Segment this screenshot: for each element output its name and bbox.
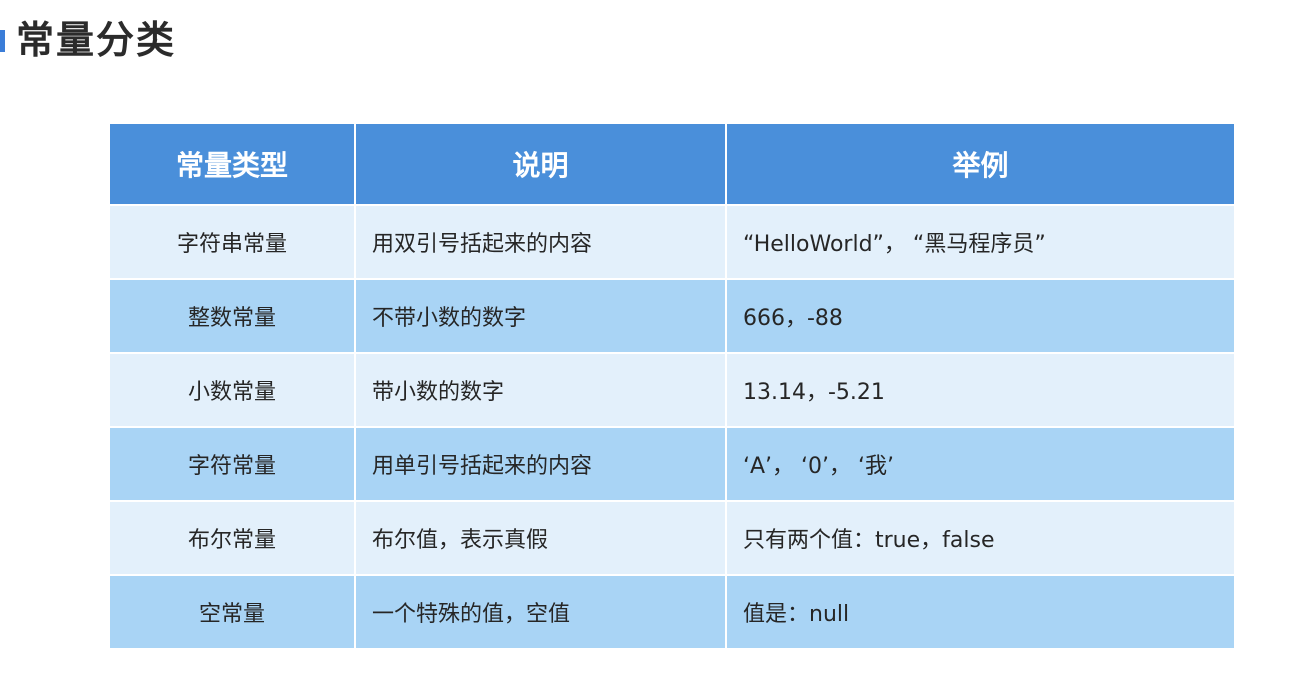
- header-example: 举例: [725, 122, 1236, 206]
- cell-example: 666，-88: [725, 278, 1236, 354]
- cell-type: 字符常量: [108, 426, 356, 502]
- cell-desc: 不带小数的数字: [354, 278, 727, 354]
- table-header-row: 常量类型 说明 举例: [108, 122, 1236, 206]
- cell-desc: 带小数的数字: [354, 352, 727, 428]
- cell-type: 字符串常量: [108, 204, 356, 280]
- cell-example: “HelloWorld”， “黑马程序员”: [725, 204, 1236, 280]
- title-accent-bar: [0, 30, 5, 52]
- cell-example: 13.14，-5.21: [725, 352, 1236, 428]
- table-row: 空常量 一个特殊的值，空值 值是：null: [108, 574, 1236, 650]
- cell-type: 布尔常量: [108, 500, 356, 576]
- cell-desc: 布尔值，表示真假: [354, 500, 727, 576]
- cell-example: 只有两个值：true，false: [725, 500, 1236, 576]
- table-row: 字符常量 用单引号括起来的内容 ‘A’， ‘0’， ‘我’: [108, 426, 1236, 502]
- header-type: 常量类型: [108, 122, 356, 206]
- page-title: 常量分类: [16, 18, 177, 62]
- cell-desc: 用双引号括起来的内容: [354, 204, 727, 280]
- table-row: 布尔常量 布尔值，表示真假 只有两个值：true，false: [108, 500, 1236, 576]
- cell-desc: 用单引号括起来的内容: [354, 426, 727, 502]
- table-row: 整数常量 不带小数的数字 666，-88: [108, 278, 1236, 354]
- cell-desc: 一个特殊的值，空值: [354, 574, 727, 650]
- table-row: 字符串常量 用双引号括起来的内容 “HelloWorld”， “黑马程序员”: [108, 204, 1236, 280]
- header-desc: 说明: [354, 122, 727, 206]
- cell-example: ‘A’， ‘0’， ‘我’: [725, 426, 1236, 502]
- constant-types-table: 常量类型 说明 举例 字符串常量 用双引号括起来的内容 “HelloWorld”…: [108, 122, 1236, 650]
- cell-type: 整数常量: [108, 278, 356, 354]
- table-row: 小数常量 带小数的数字 13.14，-5.21: [108, 352, 1236, 428]
- cell-example: 值是：null: [725, 574, 1236, 650]
- cell-type: 空常量: [108, 574, 356, 650]
- cell-type: 小数常量: [108, 352, 356, 428]
